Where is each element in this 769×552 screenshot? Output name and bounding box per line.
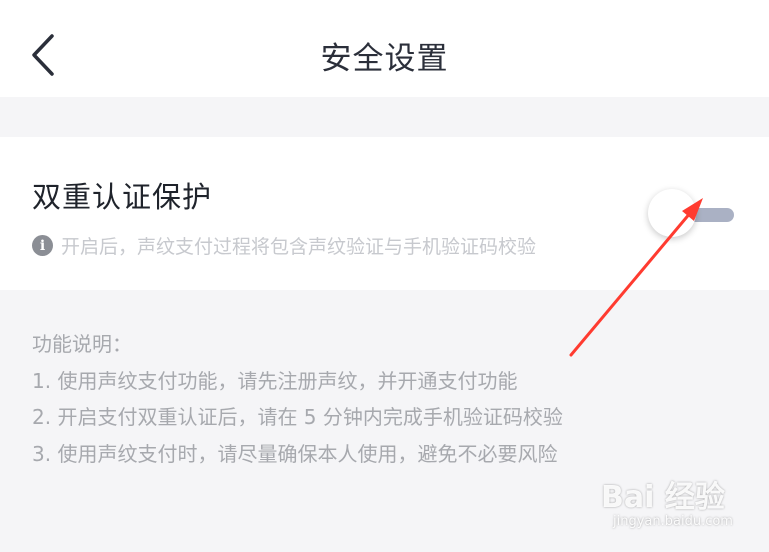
- info-icon: i: [32, 235, 53, 256]
- toggle-knob: [648, 189, 696, 237]
- description-item-2: 2. 开启支付双重认证后，请在 5 分钟内完成手机验证码校验: [32, 405, 563, 429]
- description-item-3: 3. 使用声纹支付时，请尽量确保本人使用，避免不必要风险: [32, 441, 558, 466]
- baidu-jingyan-watermark: Bai 经验 jingyan.baidu.com: [601, 482, 751, 542]
- watermark-logo-text: Bai 经验: [601, 480, 725, 515]
- dual-auth-label: 双重认证保护: [32, 180, 213, 214]
- nav-header: 安全设置: [0, 0, 769, 97]
- watermark-url: jingyan.baidu.com: [613, 514, 733, 529]
- page-title: 安全设置: [320, 41, 449, 77]
- dual-auth-hint-text: 开启后，声纹支付过程将包含声纹验证与手机验证码校验: [61, 236, 537, 258]
- description-item-1: 1. 使用声纹支付功能，请先注册声纹，并开通支付功能: [32, 368, 518, 393]
- dual-auth-setting-row: 双重认证保护 i 开启后，声纹支付过程将包含声纹验证与手机验证码校验: [0, 137, 769, 290]
- dual-auth-hint: i 开启后，声纹支付过程将包含声纹验证与手机验证码校验: [32, 232, 536, 259]
- security-settings-page: 安全设置 双重认证保护 i 开启后，声纹支付过程将包含声纹验证与手机验证码校验 …: [0, 0, 769, 552]
- dual-auth-toggle[interactable]: [648, 189, 738, 239]
- description-heading: 功能说明：: [32, 332, 132, 356]
- feature-description: 功能说明： 1. 使用声纹支付功能，请先注册声纹，并开通支付功能 2. 开启支付…: [32, 326, 563, 472]
